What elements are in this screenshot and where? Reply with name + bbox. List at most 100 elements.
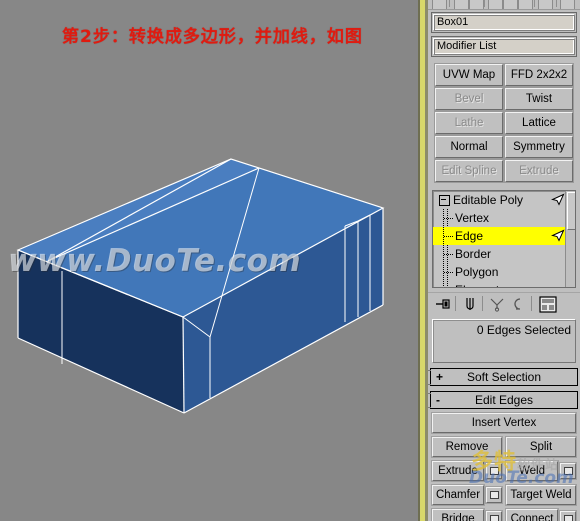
pin-stack-icon[interactable] bbox=[434, 296, 451, 312]
extra-tab-icon[interactable] bbox=[538, 0, 553, 9]
stack-scrollbar[interactable] bbox=[565, 191, 575, 287]
bridge-settings-icon[interactable] bbox=[486, 511, 502, 521]
edit-edges-cell: Weld bbox=[506, 461, 576, 481]
modifier-button-lathe[interactable]: Lathe bbox=[435, 112, 503, 134]
extra2-tab-icon[interactable] bbox=[560, 0, 575, 9]
selection-info-panel: 0 Edges Selected bbox=[432, 319, 576, 363]
rollout-title: Soft Selection bbox=[466, 370, 542, 384]
motion-tab-icon[interactable] bbox=[488, 0, 503, 9]
stack-item-editable-poly[interactable]: Editable Poly bbox=[433, 191, 575, 209]
modifier-button-symmetry[interactable]: Symmetry bbox=[505, 136, 573, 158]
modifier-list-dropdown[interactable]: Modifier List bbox=[433, 38, 575, 55]
utilities-tab-icon[interactable] bbox=[518, 0, 533, 9]
modifier-stack-list[interactable]: Editable Poly Vertex Edge Border Polygon bbox=[432, 190, 576, 288]
modify-tab-icon[interactable] bbox=[454, 0, 469, 9]
extrude-button[interactable]: Extrude bbox=[432, 461, 484, 481]
modifier-button-ffd[interactable]: FFD 2x2x2 bbox=[505, 64, 573, 86]
rollout-edit-edges[interactable]: - Edit Edges bbox=[428, 391, 578, 409]
edit-edges-cell: Extrude bbox=[432, 461, 502, 481]
rollout-hook bbox=[428, 370, 431, 385]
stack-item-element[interactable]: Element bbox=[433, 281, 575, 287]
edit-edges-cell: Connect bbox=[506, 509, 576, 521]
display-tab-icon[interactable] bbox=[503, 0, 518, 9]
modifier-button-lattice[interactable]: Lattice bbox=[505, 112, 573, 134]
sub-object-cursor-icon bbox=[551, 193, 565, 206]
create-tab-icon[interactable] bbox=[432, 0, 447, 9]
edit-edges-row: Remove Split bbox=[432, 437, 576, 457]
tree-branch-icon bbox=[443, 245, 454, 263]
tree-branch-icon bbox=[443, 263, 454, 281]
edit-edges-cell: Split bbox=[506, 437, 576, 457]
tree-branch-icon bbox=[443, 281, 454, 287]
stack-item-border[interactable]: Border bbox=[433, 245, 575, 263]
configure-modifier-sets-icon[interactable] bbox=[539, 296, 557, 313]
stack-item-label: Polygon bbox=[455, 265, 499, 279]
tutorial-caption: 第2步：转换成多边形，并加线，如图 bbox=[62, 27, 363, 47]
modifier-button-twist[interactable]: Twist bbox=[505, 88, 573, 110]
remove-modifier-icon[interactable] bbox=[510, 296, 527, 312]
stack-scrollbar-thumb[interactable] bbox=[567, 192, 575, 230]
target-weld-button[interactable]: Target Weld bbox=[506, 485, 576, 505]
connect-settings-icon[interactable] bbox=[560, 511, 576, 521]
toolbar-separator bbox=[484, 0, 485, 7]
show-end-result-icon[interactable] bbox=[462, 296, 479, 312]
viewport-3d-box bbox=[16, 158, 385, 414]
edit-edges-cell: Bridge bbox=[432, 509, 502, 521]
modifier-button-sets: UVW Map FFD 2x2x2 Bevel Twist Lathe Latt… bbox=[434, 63, 574, 183]
stack-item-label: Vertex bbox=[455, 211, 490, 225]
split-button[interactable]: Split bbox=[506, 437, 576, 457]
modifier-stack-wrap: Editable Poly Vertex Edge Border Polygon bbox=[432, 190, 576, 288]
stack-item-polygon[interactable]: Polygon bbox=[433, 263, 575, 281]
edit-edges-row: Chamfer Target Weld bbox=[432, 485, 576, 505]
make-unique-icon[interactable] bbox=[489, 296, 506, 312]
modifier-list-wrap: Modifier List bbox=[431, 36, 577, 57]
weld-settings-icon[interactable] bbox=[560, 463, 576, 479]
toolbar-separator bbox=[556, 0, 557, 7]
modifier-button-extrude[interactable]: Extrude bbox=[505, 160, 573, 182]
rollout-soft-selection[interactable]: + Soft Selection bbox=[428, 368, 578, 386]
rollout-toggle-icon[interactable]: + bbox=[436, 369, 443, 385]
command-panel-tab-toolbar[interactable] bbox=[428, 0, 580, 10]
object-name-input[interactable]: Box01 bbox=[433, 14, 575, 31]
collapse-toggle-icon[interactable] bbox=[439, 195, 450, 206]
tree-branch-icon bbox=[443, 227, 454, 245]
stack-toolbar bbox=[428, 292, 580, 315]
modifier-button-normal[interactable]: Normal bbox=[435, 136, 503, 158]
remove-button[interactable]: Remove bbox=[432, 437, 502, 457]
selection-count-text: 0 Edges Selected bbox=[476, 323, 571, 337]
edit-edges-cell: Chamfer bbox=[432, 485, 502, 505]
stack-item-label: Border bbox=[455, 247, 492, 261]
edit-edges-cell: Target Weld bbox=[506, 485, 576, 505]
edit-edges-row: Bridge Connect bbox=[432, 509, 576, 521]
chamfer-button[interactable]: Chamfer bbox=[432, 485, 484, 505]
modifier-button-bevel[interactable]: Bevel bbox=[435, 88, 503, 110]
rollout-title: Edit Edges bbox=[474, 393, 534, 407]
edit-edges-row: Extrude Weld bbox=[432, 461, 576, 481]
edit-edges-cell: Remove bbox=[432, 437, 502, 457]
stack-item-label: Edge bbox=[455, 229, 484, 243]
modifier-button-uvw-map[interactable]: UVW Map bbox=[435, 64, 503, 86]
toolbar-separator bbox=[531, 296, 532, 311]
tree-branch-icon bbox=[443, 209, 454, 227]
toolbar-separator bbox=[449, 0, 450, 7]
command-panel: Box01 Modifier List UVW Map FFD 2x2x2 Be… bbox=[428, 0, 580, 521]
insert-vertex-button[interactable]: Insert Vertex bbox=[432, 413, 576, 433]
chamfer-settings-icon[interactable] bbox=[486, 487, 502, 503]
stack-item-edge[interactable]: Edge bbox=[433, 227, 575, 245]
object-name-row: Box01 Modifier List bbox=[428, 10, 580, 57]
hierarchy-tab-icon[interactable] bbox=[469, 0, 484, 9]
bridge-button[interactable]: Bridge bbox=[432, 509, 484, 521]
panel-splitter[interactable] bbox=[418, 0, 428, 521]
rollout-toggle-icon[interactable]: - bbox=[436, 392, 440, 408]
stack-item-vertex[interactable]: Vertex bbox=[433, 209, 575, 227]
sub-object-cursor-icon bbox=[551, 229, 565, 242]
connect-button[interactable]: Connect bbox=[506, 509, 558, 521]
modifier-button-edit-spline[interactable]: Edit Spline bbox=[435, 160, 503, 182]
weld-button[interactable]: Weld bbox=[506, 461, 558, 481]
toolbar-separator bbox=[534, 0, 535, 7]
extrude-settings-icon[interactable] bbox=[486, 463, 502, 479]
stack-item-label: Element bbox=[455, 283, 499, 287]
toolbar-separator bbox=[455, 296, 456, 311]
object-name-wrap: Box01 bbox=[431, 12, 577, 33]
viewport[interactable]: 第2步：转换成多边形，并加线，如图 www.DuoTe.com bbox=[0, 0, 418, 521]
